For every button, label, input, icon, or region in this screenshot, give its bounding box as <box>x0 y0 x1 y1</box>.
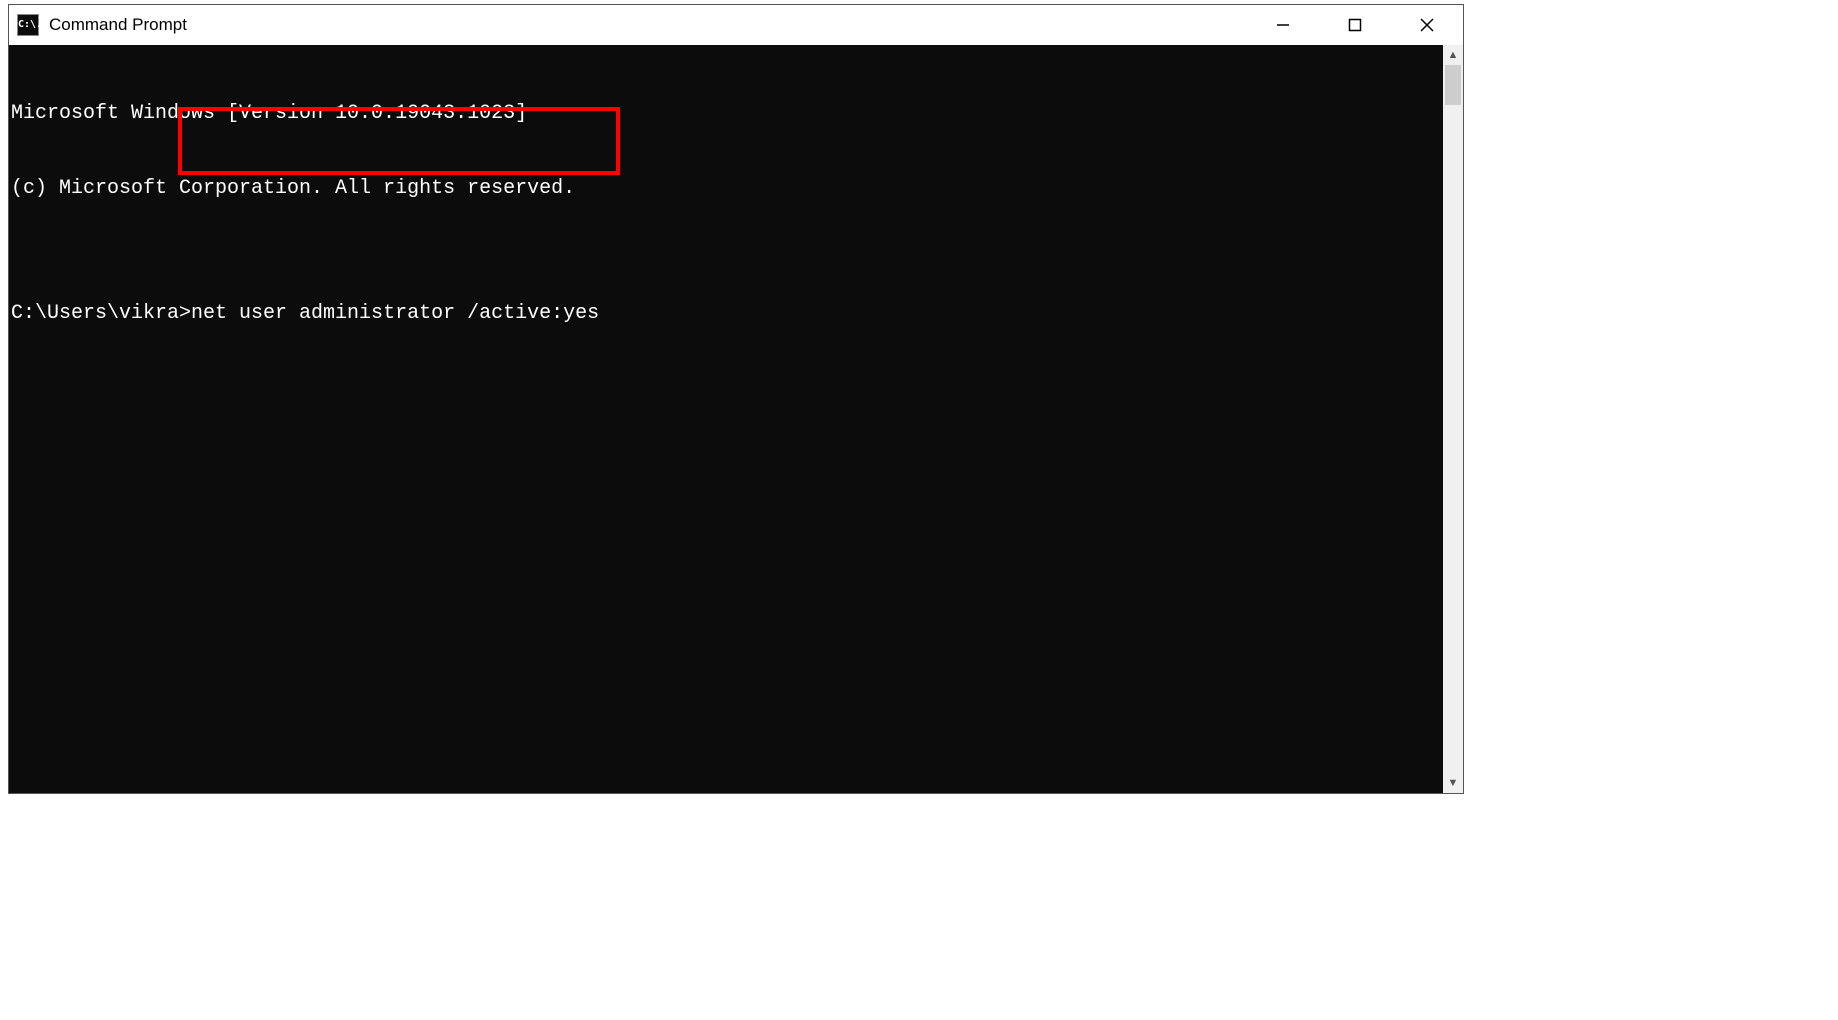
terminal-prompt: C:\Users\vikra> <box>11 302 191 325</box>
vertical-scrollbar[interactable]: ▲ ▼ <box>1443 45 1463 793</box>
maximize-button[interactable] <box>1319 5 1391 45</box>
scroll-up-arrow-icon[interactable]: ▲ <box>1443 45 1463 65</box>
window-title: Command Prompt <box>49 15 187 35</box>
terminal-output[interactable]: Microsoft Windows [Version 10.0.19043.10… <box>9 45 1443 793</box>
terminal-prompt-line: C:\Users\vikra>net user administrator /a… <box>11 301 1441 326</box>
minimize-icon <box>1276 18 1290 32</box>
terminal-line: Microsoft Windows [Version 10.0.19043.10… <box>11 101 1441 126</box>
terminal-command: net user administrator /active:yes <box>191 302 599 325</box>
terminal-line: (c) Microsoft Corporation. All rights re… <box>11 176 1441 201</box>
scrollbar-thumb[interactable] <box>1445 65 1461 105</box>
maximize-icon <box>1348 18 1362 32</box>
scrollbar-track[interactable] <box>1443 65 1463 773</box>
minimize-button[interactable] <box>1247 5 1319 45</box>
cmd-icon: C:\. <box>17 14 39 36</box>
close-icon <box>1419 17 1435 33</box>
command-prompt-window: C:\. Command Prompt Microsoft Windows [V… <box>8 4 1464 794</box>
titlebar[interactable]: C:\. Command Prompt <box>9 5 1463 45</box>
close-button[interactable] <box>1391 5 1463 45</box>
client-area: Microsoft Windows [Version 10.0.19043.10… <box>9 45 1463 793</box>
scroll-down-arrow-icon[interactable]: ▼ <box>1443 773 1463 793</box>
